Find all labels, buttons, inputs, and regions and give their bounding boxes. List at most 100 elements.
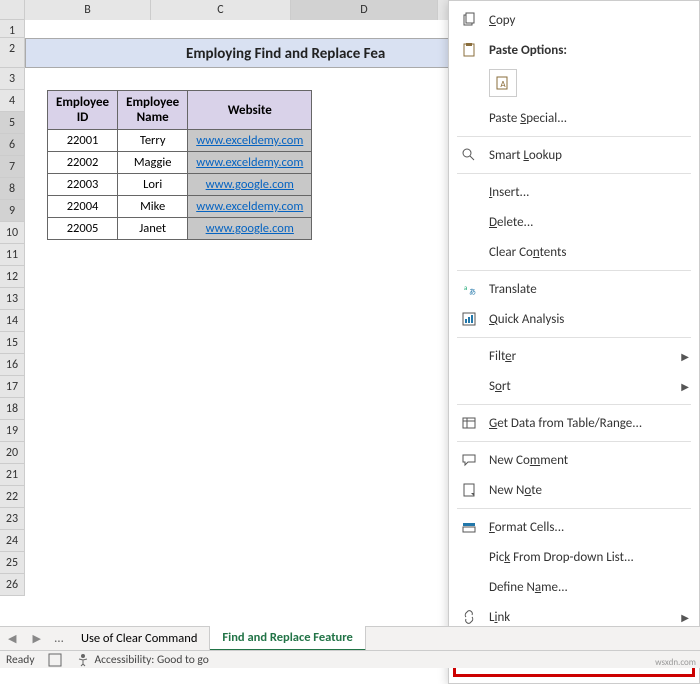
tab-clear-command[interactable]: Use of Clear Command bbox=[69, 627, 210, 650]
row-header[interactable]: 24 bbox=[0, 530, 25, 552]
tab-nav-prev[interactable]: ◀ bbox=[0, 632, 24, 645]
cell-name[interactable]: Maggie bbox=[118, 152, 188, 174]
row-headers: 1 2 3 4 5 6 7 8 9 10 11 12 13 14 15 16 1… bbox=[0, 20, 25, 596]
menu-paste-special[interactable]: Paste Special... bbox=[449, 103, 699, 133]
menu-translate[interactable]: aあ Translate bbox=[449, 274, 699, 304]
row-header[interactable]: 17 bbox=[0, 376, 25, 398]
row-header[interactable]: 8 bbox=[0, 178, 25, 200]
cell-name[interactable]: Mike bbox=[118, 196, 188, 218]
row-header[interactable]: 19 bbox=[0, 420, 25, 442]
cell-id[interactable]: 22004 bbox=[48, 196, 118, 218]
context-menu: Copy Paste Options: A Paste Special... S… bbox=[448, 0, 700, 684]
hyperlink[interactable]: www.google.com bbox=[206, 177, 294, 192]
row-header[interactable]: 1 bbox=[0, 20, 25, 38]
menu-format-cells[interactable]: Format Cells... bbox=[449, 512, 699, 542]
cell-name[interactable]: Terry bbox=[118, 130, 188, 152]
row-header[interactable]: 10 bbox=[0, 222, 25, 244]
row-header[interactable]: 25 bbox=[0, 552, 25, 574]
cell-name[interactable]: Janet bbox=[118, 218, 188, 240]
hyperlink[interactable]: www.exceldemy.com bbox=[196, 155, 303, 170]
row-header[interactable]: 23 bbox=[0, 508, 25, 530]
cell-name[interactable]: Lori bbox=[118, 174, 188, 196]
row-header[interactable]: 14 bbox=[0, 310, 25, 332]
cell-id[interactable]: 22002 bbox=[48, 152, 118, 174]
format-icon bbox=[457, 517, 481, 537]
row-header[interactable]: 7 bbox=[0, 156, 25, 178]
col-header-d[interactable]: D bbox=[291, 0, 438, 20]
menu-sort[interactable]: Sort ▶ bbox=[449, 371, 699, 401]
chevron-right-icon: ▶ bbox=[681, 380, 689, 393]
col-header-b[interactable]: B bbox=[25, 0, 151, 20]
tab-scroll-more[interactable]: … bbox=[49, 631, 69, 646]
row-header[interactable]: 20 bbox=[0, 442, 25, 464]
menu-delete[interactable]: Delete... bbox=[449, 207, 699, 237]
row-header[interactable]: 22 bbox=[0, 486, 25, 508]
menu-get-data[interactable]: Get Data from Table/Range... bbox=[449, 408, 699, 438]
row-header[interactable]: 2 bbox=[0, 38, 25, 68]
cell-id[interactable]: 22003 bbox=[48, 174, 118, 196]
col-header-c[interactable]: C bbox=[151, 0, 291, 20]
th-employee-name[interactable]: Employee Name bbox=[118, 91, 188, 130]
menu-define-name[interactable]: Define Name... bbox=[449, 572, 699, 602]
row-header[interactable]: 18 bbox=[0, 398, 25, 420]
row-header[interactable]: 26 bbox=[0, 574, 25, 596]
tab-nav-next[interactable]: ▶ bbox=[24, 632, 48, 645]
menu-label: Paste Special... bbox=[489, 111, 567, 126]
hyperlink[interactable]: www.exceldemy.com bbox=[196, 199, 303, 214]
menu-quick-analysis[interactable]: Quick Analysis bbox=[449, 304, 699, 334]
menu-label: Link bbox=[489, 610, 510, 625]
cell-website[interactable]: www.exceldemy.com bbox=[188, 130, 312, 152]
menu-smart-lookup[interactable]: Smart Lookup bbox=[449, 140, 699, 170]
row-header[interactable]: 3 bbox=[0, 68, 25, 90]
cell-website[interactable]: www.exceldemy.com bbox=[188, 152, 312, 174]
menu-separator bbox=[457, 136, 691, 137]
cell-id[interactable]: 22001 bbox=[48, 130, 118, 152]
row-header[interactable]: 21 bbox=[0, 464, 25, 486]
menu-paste-options-header: Paste Options: bbox=[449, 35, 699, 65]
table-row: 22003Lori www.google.com bbox=[48, 174, 312, 196]
menu-insert[interactable]: Insert... bbox=[449, 177, 699, 207]
row-header[interactable]: 4 bbox=[0, 90, 25, 112]
tab-find-replace[interactable]: Find and Replace Feature bbox=[210, 626, 365, 651]
cell-id[interactable]: 22005 bbox=[48, 218, 118, 240]
search-icon bbox=[457, 145, 481, 165]
hyperlink[interactable]: www.google.com bbox=[206, 221, 294, 236]
paste-values-button[interactable]: A bbox=[489, 69, 517, 97]
comment-icon bbox=[457, 450, 481, 470]
menu-separator bbox=[457, 337, 691, 338]
row-header[interactable]: 9 bbox=[0, 200, 25, 222]
status-macro-icon[interactable] bbox=[47, 652, 63, 668]
cell-website[interactable]: www.google.com bbox=[188, 218, 312, 240]
menu-pick-list[interactable]: Pick From Drop-down List... bbox=[449, 542, 699, 572]
status-accessibility[interactable]: Accessibility: Good to go bbox=[75, 652, 209, 668]
menu-label: Translate bbox=[489, 282, 537, 297]
chevron-right-icon: ▶ bbox=[681, 350, 689, 363]
select-all-corner[interactable] bbox=[0, 0, 25, 20]
table-row: 22005Janet www.google.com bbox=[48, 218, 312, 240]
accessibility-icon bbox=[75, 652, 91, 668]
th-website[interactable]: Website bbox=[188, 91, 312, 130]
menu-new-note[interactable]: New Note bbox=[449, 475, 699, 505]
row-header[interactable]: 11 bbox=[0, 244, 25, 266]
th-employee-id[interactable]: Employee ID bbox=[48, 91, 118, 130]
menu-label: Delete... bbox=[489, 215, 533, 230]
row-header[interactable]: 5 bbox=[0, 112, 25, 134]
hyperlink[interactable]: www.exceldemy.com bbox=[196, 133, 303, 148]
menu-copy[interactable]: Copy bbox=[449, 5, 699, 35]
menu-label: Quick Analysis bbox=[489, 312, 564, 327]
cell-website[interactable]: www.exceldemy.com bbox=[188, 196, 312, 218]
menu-new-comment[interactable]: New Comment bbox=[449, 445, 699, 475]
row-header[interactable]: 6 bbox=[0, 134, 25, 156]
row-header[interactable]: 15 bbox=[0, 332, 25, 354]
menu-clear-contents[interactable]: Clear Contents bbox=[449, 237, 699, 267]
menu-label: Format Cells... bbox=[489, 520, 564, 535]
menu-label: Paste Options: bbox=[489, 43, 567, 58]
row-header[interactable]: 16 bbox=[0, 354, 25, 376]
row-header[interactable]: 13 bbox=[0, 288, 25, 310]
row-header[interactable]: 12 bbox=[0, 266, 25, 288]
cell-website[interactable]: www.google.com bbox=[188, 174, 312, 196]
svg-text:あ: あ bbox=[469, 287, 476, 296]
menu-filter[interactable]: Filter ▶ bbox=[449, 341, 699, 371]
status-bar: Ready Accessibility: Good to go bbox=[0, 650, 700, 668]
menu-label: Insert... bbox=[489, 185, 529, 200]
